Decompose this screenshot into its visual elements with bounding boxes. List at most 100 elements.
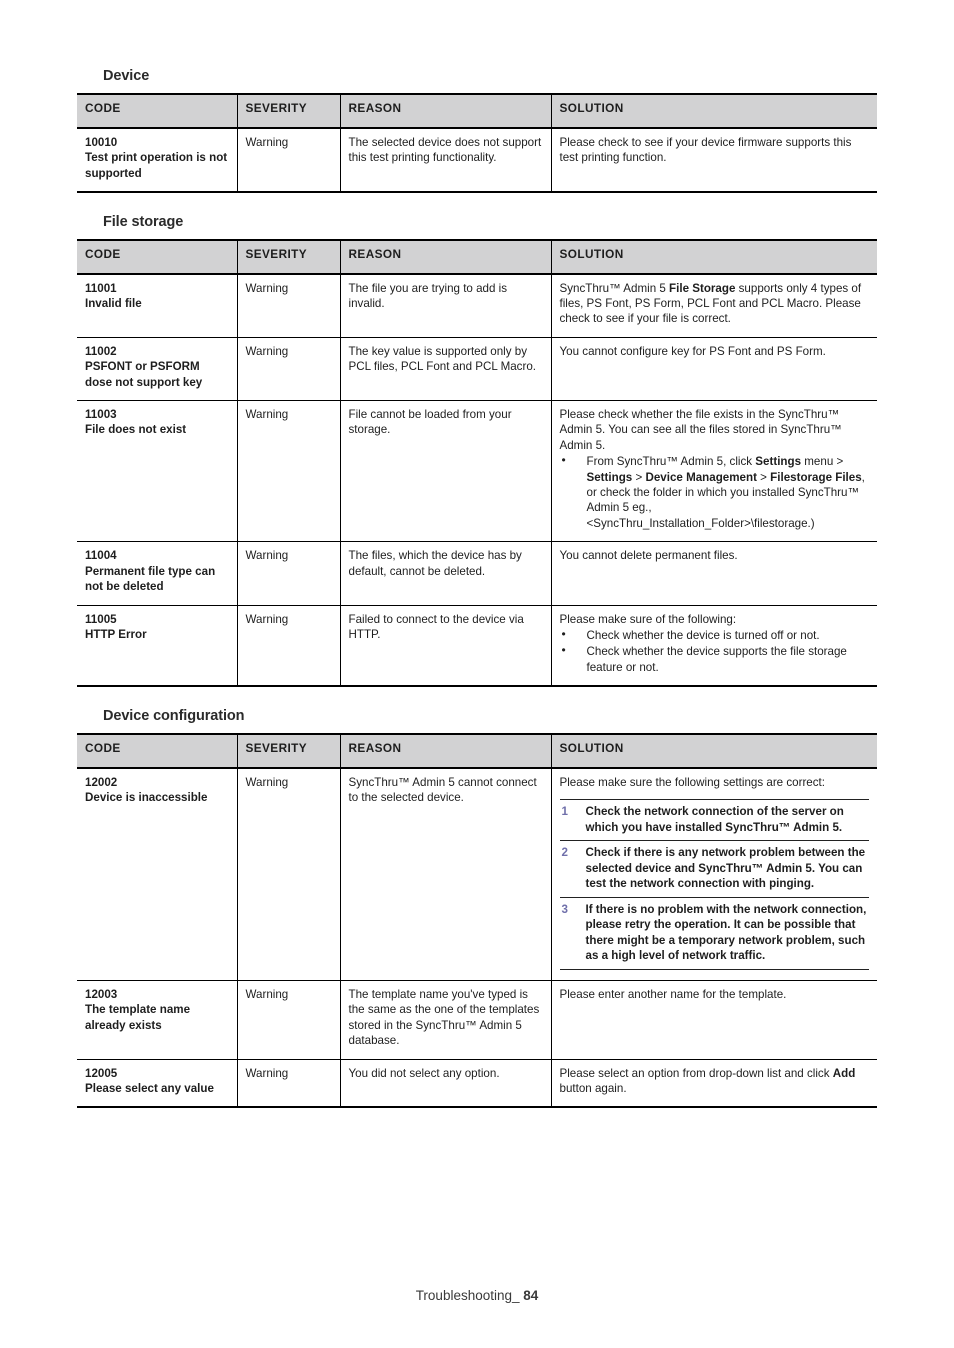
- step-text: Check the network connection of the serv…: [585, 805, 844, 834]
- step-number: 3: [561, 902, 568, 916]
- error-code-name: The template name already exists: [85, 1003, 191, 1032]
- column-header-code: CODE: [77, 733, 237, 769]
- footer-page-number: 84: [523, 1288, 539, 1303]
- step-number: 1: [561, 805, 568, 819]
- cell-reason: You did not select any option.: [339, 1059, 551, 1108]
- cell-solution: Please make sure the following settings …: [550, 767, 877, 981]
- cell-severity: Warning: [236, 605, 340, 687]
- cell-reason: The file you are trying to add is invali…: [339, 273, 551, 338]
- solution-bullet-list: • Check whether the device is turned off …: [560, 626, 870, 675]
- cell-severity: Warning: [236, 273, 340, 338]
- table-row: 11003 File does not exist Warning File c…: [77, 400, 877, 542]
- table-row: 12002 Device is inaccessible Warning Syn…: [77, 767, 877, 981]
- error-code-name: HTTP Error: [85, 627, 147, 641]
- table-row: 11004 Permanent file type can not be del…: [77, 541, 877, 605]
- error-code-name: PSFONT or PSFORM dose not support key: [85, 360, 203, 389]
- list-item-text: Check whether the device supports the fi…: [586, 645, 847, 674]
- column-header-reason: REASON: [339, 93, 551, 129]
- error-code-name: Please select any value: [85, 1082, 214, 1096]
- section-heading-file-storage: File storage: [103, 213, 184, 230]
- bullet-icon: •: [561, 453, 566, 468]
- numbered-step: 3 If there is no problem with the network…: [559, 898, 869, 970]
- table-row: 10010 Test print operation is not suppor…: [77, 127, 877, 192]
- cell-reason: The template name you've typed is the sa…: [339, 980, 551, 1060]
- solution-text: Please check to see if your device firmw…: [559, 135, 852, 165]
- error-table-file-storage: CODE SEVERITY REASON SOLUTION 11001 Inva…: [77, 238, 877, 687]
- error-code-name: File does not exist: [85, 423, 187, 437]
- solution-text: Please make sure the following settings …: [559, 775, 826, 789]
- table-header: CODE SEVERITY REASON SOLUTION: [77, 733, 877, 769]
- step-number: 2: [561, 846, 568, 860]
- document-page: Device CODE SEVERITY REASON SOLUTION 100…: [77, 0, 877, 1108]
- error-code-name: Permanent file type can not be deleted: [85, 564, 216, 594]
- error-table-device: CODE SEVERITY REASON SOLUTION 10010 Test…: [77, 93, 877, 193]
- table-row: 11001 Invalid file Warning The file you …: [77, 273, 877, 338]
- cell-code: 11001 Invalid file: [77, 274, 237, 338]
- solution-bullet-list: • From SyncThru™ Admin 5, click Settings …: [560, 453, 870, 531]
- table-row: 12005 Please select any value Warning Yo…: [77, 1059, 877, 1108]
- list-item-text: Check whether the device is turned off o…: [586, 628, 820, 642]
- cell-severity: Warning: [236, 400, 340, 542]
- solution-text: Please enter another name for the templa…: [559, 988, 787, 1001]
- cell-code: 12003 The template name already exists: [77, 981, 237, 1060]
- solution-text: You cannot delete permanent files.: [559, 549, 738, 563]
- page-footer: Troubleshooting_ 84: [0, 1288, 954, 1303]
- error-code-number: 11003: [85, 408, 117, 422]
- cell-reason: Failed to connect to the device via HTTP…: [339, 605, 551, 687]
- error-table-device-configuration: CODE SEVERITY REASON SOLUTION 12002 Devi…: [77, 733, 877, 1108]
- cell-severity: Warning: [236, 337, 340, 401]
- column-header-severity: SEVERITY: [236, 733, 340, 769]
- list-item: • Check whether the device supports the f…: [560, 643, 870, 675]
- cell-code: 11003 File does not exist: [77, 401, 237, 542]
- step-text: If there is no problem with the network …: [585, 902, 867, 963]
- solution-text: SyncThru™ Admin 5 File Storage supports …: [559, 281, 862, 326]
- column-header-solution: SOLUTION: [550, 238, 877, 275]
- error-code-number: 11002: [85, 344, 117, 358]
- cell-solution: Please make sure of the following: • Chec…: [550, 605, 877, 687]
- table-row: 11002 PSFONT or PSFORM dose not support …: [77, 337, 877, 401]
- cell-severity: Warning: [236, 127, 340, 192]
- column-header-severity: SEVERITY: [236, 238, 340, 275]
- error-code-number: 12005: [85, 1066, 118, 1080]
- cell-reason: The files, which the device has by defau…: [339, 541, 551, 605]
- solution-numbered-steps: 1 Check the network connection of the ser…: [559, 799, 869, 970]
- column-header-severity: SEVERITY: [236, 93, 340, 129]
- error-code-number: 12002: [85, 775, 118, 789]
- bullet-icon: •: [561, 643, 566, 658]
- table-row: 11005 HTTP Error Warning Failed to conne…: [77, 605, 877, 687]
- column-header-code: CODE: [77, 238, 237, 275]
- bullet-icon: •: [561, 626, 566, 641]
- table-row: 12003 The template name already exists W…: [77, 980, 877, 1060]
- cell-code: 11005 HTTP Error: [77, 605, 237, 686]
- cell-code: 10010 Test print operation is not suppor…: [77, 128, 237, 192]
- column-header-solution: SOLUTION: [550, 733, 877, 769]
- solution-text: Please select an option from drop-down l…: [559, 1066, 856, 1096]
- table-header: CODE SEVERITY REASON SOLUTION: [77, 93, 877, 129]
- column-header-solution: SOLUTION: [550, 93, 877, 129]
- list-item-text: From SyncThru™ Admin 5, click Settings m…: [586, 455, 865, 530]
- error-code-number: 10010: [85, 135, 118, 149]
- solution-text: You cannot configure key for PS Font and…: [559, 344, 826, 358]
- column-header-reason: REASON: [339, 238, 551, 275]
- numbered-step: 1 Check the network connection of the ser…: [559, 800, 869, 842]
- cell-solution: You cannot delete permanent files.: [550, 541, 877, 605]
- cell-reason: SyncThru™ Admin 5 cannot connect to the …: [339, 767, 551, 981]
- numbered-step: 2 Check if there is any network problem b…: [559, 841, 869, 898]
- cell-reason: File cannot be loaded from your storage.: [339, 400, 551, 542]
- cell-severity: Warning: [236, 980, 340, 1060]
- cell-code: 12002 Device is inaccessible: [77, 768, 237, 981]
- table-header-row: CODE SEVERITY REASON SOLUTION: [77, 93, 877, 129]
- cell-code: 11004 Permanent file type can not be del…: [77, 542, 237, 605]
- cell-severity: Warning: [236, 1059, 340, 1108]
- cell-solution: Please select an option from drop-down l…: [550, 1059, 877, 1108]
- table-header-row: CODE SEVERITY REASON SOLUTION: [77, 733, 877, 769]
- cell-severity: Warning: [236, 541, 340, 605]
- solution-text: Please make sure of the following:: [559, 612, 737, 626]
- cell-reason: The key value is supported only by PCL f…: [339, 337, 551, 401]
- cell-solution: Please check whether the file exists in …: [550, 400, 877, 542]
- step-text: Check if there is any network problem be…: [585, 846, 866, 891]
- cell-solution: SyncThru™ Admin 5 File Storage supports …: [550, 273, 877, 338]
- section-heading-device: Device: [103, 68, 150, 84]
- cell-code: 12005 Please select any value: [77, 1059, 237, 1107]
- cell-code: 11002 PSFONT or PSFORM dose not support …: [77, 337, 237, 400]
